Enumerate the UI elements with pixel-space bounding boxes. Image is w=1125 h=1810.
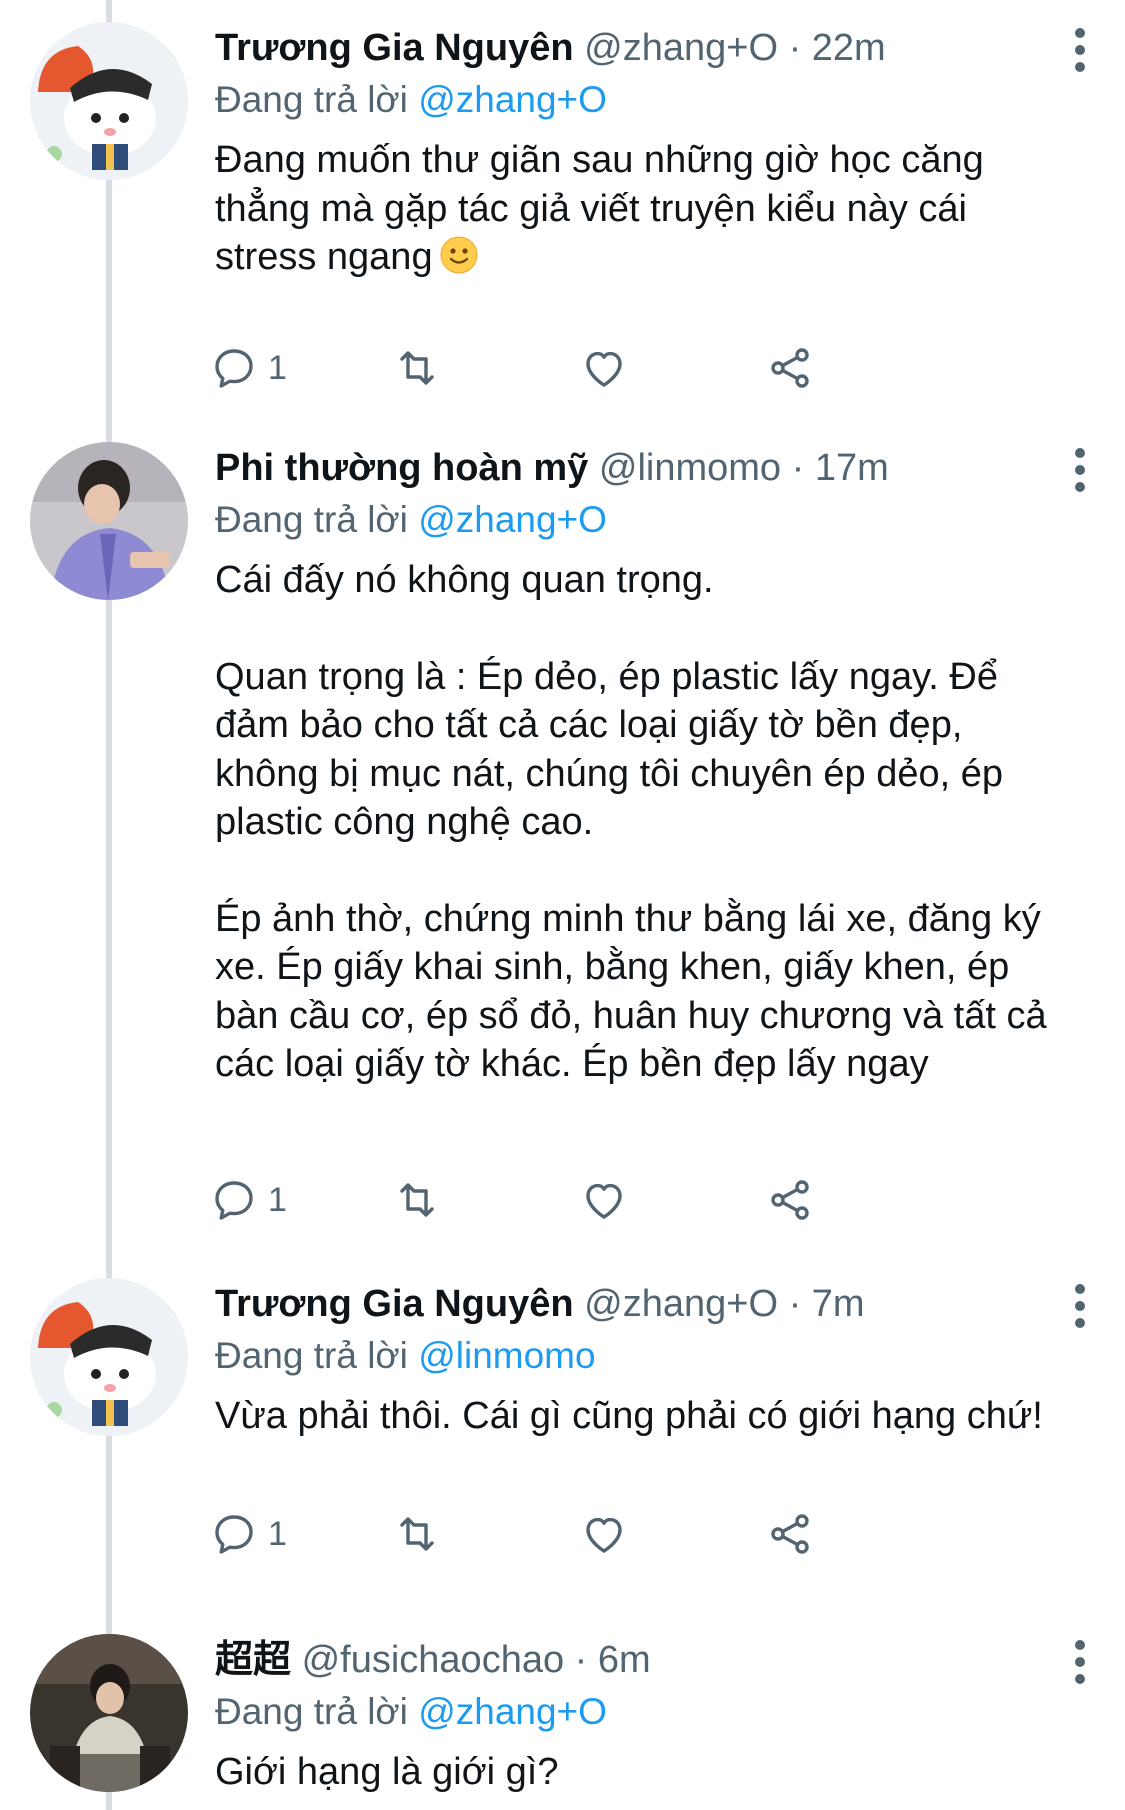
- share-icon: [771, 348, 809, 388]
- author-name[interactable]: Phi thường hoàn mỹ: [215, 447, 588, 489]
- separator: ·: [791, 447, 805, 489]
- timestamp[interactable]: 17m: [815, 447, 889, 489]
- person-photo-avatar-icon: [30, 442, 188, 600]
- tweet-actions: 1: [210, 1504, 970, 1564]
- replying-to: Đang trả lời @zhang+O: [215, 494, 1075, 546]
- author-handle[interactable]: @linmomo: [599, 447, 781, 489]
- reply-count: 1: [268, 1514, 287, 1553]
- person-seated-photo-avatar-icon: [30, 1634, 188, 1792]
- cartoon-dog-avatar-icon: [30, 1278, 188, 1436]
- reply-button[interactable]: 1: [210, 1170, 287, 1230]
- replying-to: Đang trả lời @zhang+O: [215, 1686, 1075, 1738]
- timestamp[interactable]: 22m: [812, 27, 886, 69]
- like-icon: [586, 1517, 622, 1553]
- author-name[interactable]: Trương Gia Nguyên: [215, 27, 574, 69]
- mention-link[interactable]: @zhang+O: [418, 79, 607, 120]
- mention-link[interactable]: @linmomo: [418, 1335, 595, 1376]
- author-handle[interactable]: @fusichaochao: [302, 1639, 565, 1681]
- like-icon: [586, 1183, 622, 1219]
- cartoon-dog-avatar-icon: [30, 22, 188, 180]
- like-icon: [586, 351, 622, 387]
- retweet-icon: [400, 1183, 434, 1217]
- slightly-smiling-face-icon: [440, 236, 478, 274]
- tweet-paragraph: Giới hạng là giới gì?: [215, 1751, 559, 1793]
- timestamp[interactable]: 6m: [598, 1639, 651, 1681]
- tweet-actions: 1: [210, 1170, 970, 1230]
- thread-connector-line: [106, 0, 112, 1810]
- tweet-paragraph: Vừa phải thôi. Cái gì cũng phải có giới …: [215, 1395, 1043, 1437]
- more-options-icon[interactable]: [1065, 440, 1095, 500]
- mention-link[interactable]: @zhang+O: [418, 1691, 607, 1732]
- tweet-paragraph: Quan trọng là : Ép dẻo, ép plastic lấy n…: [215, 655, 1014, 844]
- avatar[interactable]: [30, 22, 188, 180]
- author-handle[interactable]: @zhang+O: [584, 27, 778, 69]
- tweet-text: Vừa phải thôi. Cái gì cũng phải có giới …: [215, 1392, 1075, 1441]
- tweet-paragraph: Cái đấy nó không quan trọng.: [215, 559, 714, 601]
- retweet-button[interactable]: [393, 1504, 441, 1564]
- timestamp[interactable]: 7m: [812, 1283, 865, 1325]
- like-button[interactable]: [580, 1504, 628, 1564]
- reply-button[interactable]: 1: [210, 338, 287, 398]
- avatar[interactable]: [30, 1278, 188, 1436]
- tweet-text: Cái đấy nó không quan trọng. Quan trọng …: [215, 556, 1075, 1089]
- tweet-text: Giới hạng là giới gì?: [215, 1748, 1075, 1797]
- separator: ·: [574, 1639, 588, 1681]
- retweet-button[interactable]: [393, 338, 441, 398]
- author-name[interactable]: Trương Gia Nguyên: [215, 1283, 574, 1325]
- reply-icon: [215, 1181, 253, 1220]
- reply-icon: [215, 1515, 253, 1554]
- reply-count: 1: [268, 1180, 287, 1219]
- author-name[interactable]: 超超: [215, 1639, 291, 1681]
- reply-button[interactable]: 1: [210, 1504, 287, 1564]
- retweet-icon: [400, 1517, 434, 1551]
- separator: ·: [788, 1283, 802, 1325]
- reply-count: 1: [268, 348, 287, 387]
- mention-link[interactable]: @zhang+O: [418, 499, 607, 540]
- more-options-icon[interactable]: [1065, 1632, 1095, 1692]
- replying-prefix: Đang trả lời: [215, 79, 408, 120]
- share-button[interactable]: [766, 1170, 814, 1230]
- author-handle[interactable]: @zhang+O: [584, 1283, 778, 1325]
- tweet-paragraph: Đang muốn thư giãn sau những giờ học căn…: [215, 139, 995, 278]
- tweet-actions: 1: [210, 338, 970, 398]
- more-options-icon[interactable]: [1065, 1276, 1095, 1336]
- retweet-icon: [400, 351, 434, 385]
- share-icon: [771, 1180, 809, 1220]
- reply-icon: [215, 349, 253, 388]
- replying-to: Đang trả lời @zhang+O: [215, 74, 1075, 126]
- share-button[interactable]: [766, 338, 814, 398]
- tweet-header: Trương Gia Nguyên @zhang+O · 22m: [215, 22, 1075, 74]
- like-button[interactable]: [580, 1170, 628, 1230]
- replying-prefix: Đang trả lời: [215, 1691, 408, 1732]
- more-options-icon[interactable]: [1065, 20, 1095, 80]
- replying-to: Đang trả lời @linmomo: [215, 1330, 1075, 1382]
- tweet-paragraph: Ép ảnh thờ, chứng minh thư bằng lái xe, …: [215, 897, 1058, 1086]
- avatar[interactable]: [30, 1634, 188, 1792]
- tweet-header: 超超 @fusichaochao · 6m: [215, 1634, 1075, 1686]
- tweet-header: Phi thường hoàn mỹ @linmomo · 17m: [215, 442, 1075, 494]
- tweet-header: Trương Gia Nguyên @zhang+O · 7m: [215, 1278, 1075, 1330]
- avatar[interactable]: [30, 442, 188, 600]
- separator: ·: [788, 27, 802, 69]
- retweet-button[interactable]: [393, 1170, 441, 1230]
- replying-prefix: Đang trả lời: [215, 1335, 408, 1376]
- tweet-text: Đang muốn thư giãn sau những giờ học căn…: [215, 136, 1075, 282]
- like-button[interactable]: [580, 338, 628, 398]
- share-icon: [771, 1514, 809, 1554]
- share-button[interactable]: [766, 1504, 814, 1564]
- replying-prefix: Đang trả lời: [215, 499, 408, 540]
